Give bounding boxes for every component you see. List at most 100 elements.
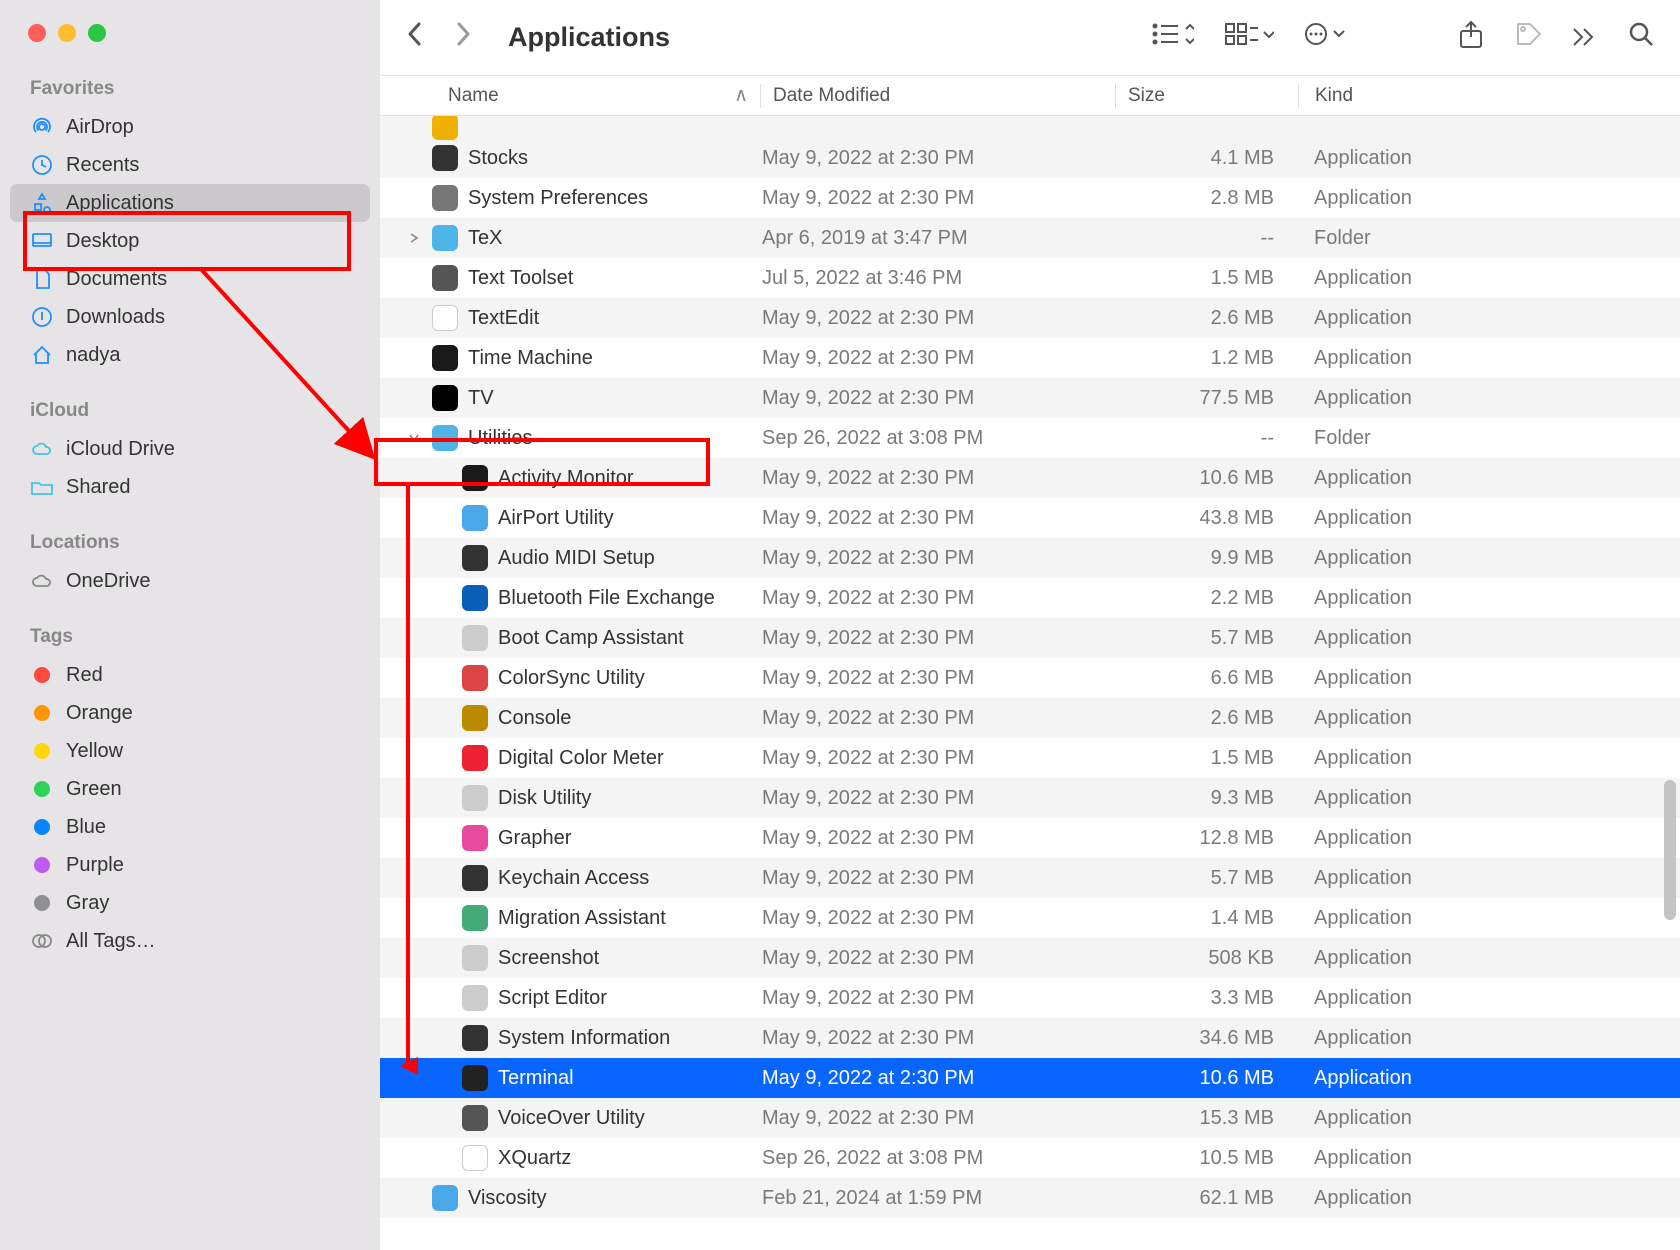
sidebar-item-gray[interactable]: Gray bbox=[0, 884, 380, 922]
share-button[interactable] bbox=[1458, 19, 1484, 56]
icon-view-button[interactable] bbox=[1224, 22, 1274, 53]
sidebar-item-onedrive[interactable]: OneDrive bbox=[0, 562, 380, 600]
sidebar-section-label: Favorites bbox=[0, 70, 380, 108]
app-icon bbox=[432, 305, 458, 331]
airdrop-icon bbox=[30, 115, 54, 139]
file-row[interactable]: Digital Color MeterMay 9, 2022 at 2:30 P… bbox=[380, 738, 1680, 778]
sidebar-item-label: Recents bbox=[66, 154, 139, 177]
sidebar-item-label: Purple bbox=[66, 854, 124, 877]
app-icon bbox=[432, 425, 458, 451]
sidebar-item-recents[interactable]: Recents bbox=[0, 146, 380, 184]
close-window-button[interactable] bbox=[28, 24, 46, 42]
sidebar-item-yellow[interactable]: Yellow bbox=[0, 732, 380, 770]
column-size[interactable]: Size bbox=[1116, 85, 1298, 107]
sidebar-item-green[interactable]: Green bbox=[0, 770, 380, 808]
back-button[interactable] bbox=[406, 20, 424, 55]
file-row[interactable]: Audio MIDI SetupMay 9, 2022 at 2:30 PM9.… bbox=[380, 538, 1680, 578]
file-row[interactable]: Migration AssistantMay 9, 2022 at 2:30 P… bbox=[380, 898, 1680, 938]
app-icon bbox=[462, 625, 488, 651]
sidebar-item-icloud-drive[interactable]: iCloud Drive bbox=[0, 430, 380, 468]
action-menu-button[interactable] bbox=[1304, 21, 1348, 54]
file-kind: Application bbox=[1298, 267, 1680, 290]
sidebar-item-nadya[interactable]: nadya bbox=[0, 336, 380, 374]
column-name[interactable]: Name∧ bbox=[380, 84, 760, 107]
sidebar-item-shared[interactable]: Shared bbox=[0, 468, 380, 506]
file-row[interactable]: UtilitiesSep 26, 2022 at 3:08 PM--Folder bbox=[380, 418, 1680, 458]
file-row[interactable]: XQuartzSep 26, 2022 at 3:08 PM10.5 MBApp… bbox=[380, 1138, 1680, 1178]
file-row[interactable]: StocksMay 9, 2022 at 2:30 PM4.1 MBApplic… bbox=[380, 138, 1680, 178]
disclosure-icon[interactable] bbox=[406, 233, 422, 243]
file-row-clipped[interactable] bbox=[380, 116, 1680, 138]
sidebar-item-purple[interactable]: Purple bbox=[0, 846, 380, 884]
file-row[interactable]: Boot Camp AssistantMay 9, 2022 at 2:30 P… bbox=[380, 618, 1680, 658]
file-kind: Application bbox=[1298, 987, 1680, 1010]
file-kind: Application bbox=[1298, 787, 1680, 810]
window-controls bbox=[0, 10, 380, 70]
sidebar-item-blue[interactable]: Blue bbox=[0, 808, 380, 846]
tag-dot-icon bbox=[30, 815, 54, 839]
file-row[interactable]: AirPort UtilityMay 9, 2022 at 2:30 PM43.… bbox=[380, 498, 1680, 538]
sidebar-item-orange[interactable]: Orange bbox=[0, 694, 380, 732]
file-row[interactable]: Disk UtilityMay 9, 2022 at 2:30 PM9.3 MB… bbox=[380, 778, 1680, 818]
file-kind: Application bbox=[1298, 867, 1680, 890]
file-date: May 9, 2022 at 2:30 PM bbox=[762, 307, 1116, 330]
file-row[interactable]: TextEditMay 9, 2022 at 2:30 PM2.6 MBAppl… bbox=[380, 298, 1680, 338]
file-row[interactable]: ConsoleMay 9, 2022 at 2:30 PM2.6 MBAppli… bbox=[380, 698, 1680, 738]
file-kind: Application bbox=[1298, 387, 1680, 410]
column-kind[interactable]: Kind bbox=[1299, 85, 1680, 107]
sidebar-item-desktop[interactable]: Desktop bbox=[0, 222, 380, 260]
file-row[interactable]: Bluetooth File ExchangeMay 9, 2022 at 2:… bbox=[380, 578, 1680, 618]
disclosure-icon[interactable] bbox=[406, 433, 422, 443]
file-name: Activity Monitor bbox=[498, 467, 634, 490]
file-date: May 9, 2022 at 2:30 PM bbox=[762, 707, 1116, 730]
forward-button[interactable] bbox=[454, 20, 472, 55]
file-kind: Application bbox=[1298, 547, 1680, 570]
file-row[interactable]: Activity MonitorMay 9, 2022 at 2:30 PM10… bbox=[380, 458, 1680, 498]
file-name: Viscosity bbox=[468, 1187, 547, 1210]
app-icon bbox=[462, 1065, 488, 1091]
list-view-button[interactable] bbox=[1150, 21, 1194, 54]
file-row[interactable]: TeXApr 6, 2019 at 3:47 PM--Folder bbox=[380, 218, 1680, 258]
app-icon bbox=[462, 825, 488, 851]
file-row[interactable]: Text ToolsetJul 5, 2022 at 3:46 PM1.5 MB… bbox=[380, 258, 1680, 298]
sidebar-item-label: Orange bbox=[66, 702, 133, 725]
sidebar-item-airdrop[interactable]: AirDrop bbox=[0, 108, 380, 146]
zoom-window-button[interactable] bbox=[88, 24, 106, 42]
more-button[interactable] bbox=[1572, 22, 1598, 53]
file-date: Apr 6, 2019 at 3:47 PM bbox=[762, 227, 1116, 250]
file-name: ColorSync Utility bbox=[498, 667, 645, 690]
tags-button[interactable] bbox=[1514, 20, 1542, 55]
sidebar-item-red[interactable]: Red bbox=[0, 656, 380, 694]
search-button[interactable] bbox=[1628, 21, 1654, 54]
file-row[interactable]: TVMay 9, 2022 at 2:30 PM77.5 MBApplicati… bbox=[380, 378, 1680, 418]
file-row[interactable]: VoiceOver UtilityMay 9, 2022 at 2:30 PM1… bbox=[380, 1098, 1680, 1138]
file-date: Sep 26, 2022 at 3:08 PM bbox=[762, 1147, 1116, 1170]
file-name: Bluetooth File Exchange bbox=[498, 587, 715, 610]
app-icon bbox=[432, 185, 458, 211]
file-row[interactable]: System InformationMay 9, 2022 at 2:30 PM… bbox=[380, 1018, 1680, 1058]
sidebar-item-downloads[interactable]: Downloads bbox=[0, 298, 380, 336]
scrollbar-thumb[interactable] bbox=[1664, 780, 1676, 920]
sidebar-item-label: OneDrive bbox=[66, 570, 150, 593]
toolbar: Applications bbox=[380, 0, 1680, 76]
file-row[interactable]: ColorSync UtilityMay 9, 2022 at 2:30 PM6… bbox=[380, 658, 1680, 698]
file-row[interactable]: TerminalMay 9, 2022 at 2:30 PM10.6 MBApp… bbox=[380, 1058, 1680, 1098]
file-row[interactable]: ViscosityFeb 21, 2024 at 1:59 PM62.1 MBA… bbox=[380, 1178, 1680, 1218]
app-icon bbox=[462, 905, 488, 931]
sidebar-item-applications[interactable]: Applications bbox=[10, 184, 370, 222]
file-row[interactable]: Keychain AccessMay 9, 2022 at 2:30 PM5.7… bbox=[380, 858, 1680, 898]
app-icon bbox=[432, 345, 458, 371]
file-date: May 9, 2022 at 2:30 PM bbox=[762, 627, 1116, 650]
file-row[interactable]: ScreenshotMay 9, 2022 at 2:30 PM508 KBAp… bbox=[380, 938, 1680, 978]
minimize-window-button[interactable] bbox=[58, 24, 76, 42]
file-name: TeX bbox=[468, 227, 502, 250]
sidebar-item-label: Downloads bbox=[66, 306, 165, 329]
sidebar-item-all-tags-[interactable]: All Tags… bbox=[0, 922, 380, 960]
sidebar-item-documents[interactable]: Documents bbox=[0, 260, 380, 298]
file-row[interactable]: GrapherMay 9, 2022 at 2:30 PM12.8 MBAppl… bbox=[380, 818, 1680, 858]
file-row[interactable]: Time MachineMay 9, 2022 at 2:30 PM1.2 MB… bbox=[380, 338, 1680, 378]
apps-icon bbox=[30, 191, 54, 215]
file-row[interactable]: Script EditorMay 9, 2022 at 2:30 PM3.3 M… bbox=[380, 978, 1680, 1018]
column-date-modified[interactable]: Date Modified bbox=[761, 85, 1115, 107]
file-row[interactable]: System PreferencesMay 9, 2022 at 2:30 PM… bbox=[380, 178, 1680, 218]
